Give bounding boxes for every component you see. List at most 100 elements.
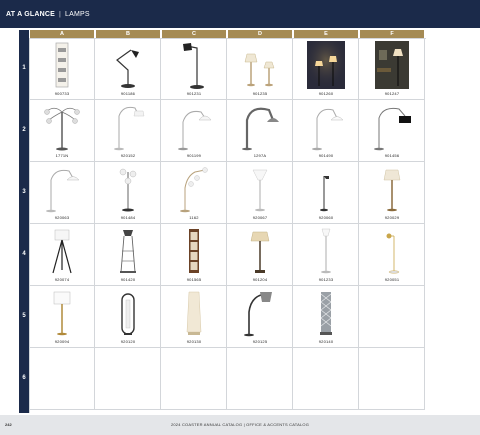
product-cell-3f: 920029 [359, 162, 425, 224]
product-sku: 920140 [318, 339, 334, 344]
row-label-2: 2 [22, 127, 26, 133]
product-cell-2c: 901199 [161, 100, 227, 162]
product-cell-6b [95, 348, 161, 410]
product-cell-1f: 901247 [359, 38, 425, 100]
product-sku: 920125 [252, 339, 268, 344]
lamp-image [53, 291, 71, 336]
page-header: AT A GLANCE | LAMPS [0, 0, 480, 28]
lamp-image [244, 53, 275, 87]
product-sku: 901231 [186, 91, 202, 96]
product-sku: 901186 [120, 91, 136, 96]
product-cell-1e: 901260 [293, 38, 359, 100]
header-section: AT A GLANCE [6, 10, 55, 18]
product-cell-6a [29, 348, 95, 410]
product-cell-5c: 920130 [161, 286, 227, 348]
product-cell-6d [227, 348, 293, 410]
product-cell-5e: 920140 [293, 286, 359, 348]
product-cell-5d: 920125 [227, 286, 293, 348]
product-cell-6e [293, 348, 359, 410]
row-label-5: 5 [22, 313, 26, 319]
product-cell-3c: 1162 [161, 162, 227, 224]
product-sku: 1162 [189, 215, 199, 220]
product-cell-4b: 901420 [95, 224, 161, 286]
column-header-a: A [30, 30, 94, 38]
product-sku: 920051 [384, 277, 400, 282]
product-cell-1a: 900733 [29, 38, 95, 100]
product-cell-5a: 920094 [29, 286, 95, 348]
column-header-c: C [162, 30, 226, 38]
lamp-image [183, 43, 204, 89]
lamp-image [114, 106, 145, 151]
product-sku: 901484 [120, 215, 136, 220]
product-sku: 900733 [54, 91, 70, 96]
lamp-image [186, 291, 202, 335]
row-label-3: 3 [22, 189, 26, 195]
product-cell-4d: 901204 [227, 224, 293, 286]
lamp-image [121, 293, 135, 335]
row-label-4: 4 [22, 251, 26, 257]
lamp-image [242, 107, 279, 151]
product-cell-2b: 920152 [95, 100, 161, 162]
product-cell-6c [161, 348, 227, 410]
product-sku: 901456 [384, 153, 400, 158]
lamp-image [244, 292, 272, 337]
product-cell-4c: 901565 [161, 224, 227, 286]
product-sku: 901565 [186, 277, 202, 282]
product-sku: 920130 [186, 339, 202, 344]
product-cell-5b: 920120 [95, 286, 161, 348]
product-cell-3b: 901484 [95, 162, 161, 224]
product-cell-6f [359, 348, 425, 410]
product-cell-2f: 901456 [359, 100, 425, 162]
lamp-image [307, 41, 345, 89]
lamp-image [180, 167, 208, 213]
product-sku: 920074 [54, 277, 70, 282]
lamp-image [120, 230, 136, 273]
product-cell-4f: 920051 [359, 224, 425, 286]
product-sku: 1771N [55, 153, 69, 158]
product-cell-1c: 901231 [161, 38, 227, 100]
product-sku: 901235 [252, 91, 268, 96]
product-cell-3a: 920063 [29, 162, 95, 224]
lamp-image [320, 292, 332, 335]
product-cell-3e: 920060 [293, 162, 359, 224]
lamp-image [386, 233, 400, 274]
column-header-d: D [228, 30, 292, 38]
product-cell-2a: 1771N [29, 100, 95, 162]
product-cell-4a: 920074 [29, 224, 95, 286]
product-sku: 901233 [318, 277, 334, 282]
product-sku: 1297A [253, 153, 267, 158]
column-header-b: B [96, 30, 160, 38]
product-cell-1d: 901235 [227, 38, 293, 100]
lamp-image [320, 176, 329, 212]
product-sku: 901490 [318, 153, 334, 158]
product-cell-1b: 901186 [95, 38, 161, 100]
lamp-image [178, 111, 212, 151]
lamp-image [375, 41, 409, 89]
product-sku: 901247 [384, 91, 400, 96]
column-header-e: E [294, 30, 358, 38]
row-label-1: 1 [22, 65, 26, 71]
product-cell-5f [359, 286, 425, 348]
header-divider: | [59, 10, 62, 18]
page-footer: 242 2024 COASTER ANNUAL CATALOG | OFFICE… [0, 415, 480, 435]
column-header-f: F [360, 30, 424, 38]
product-sku: 920094 [54, 339, 70, 344]
lamp-image [383, 169, 401, 212]
lamp-image [189, 229, 199, 273]
lamp-image [374, 107, 411, 151]
lamp-image [52, 229, 72, 274]
product-sku: 901199 [186, 153, 202, 158]
lamp-image [312, 108, 344, 151]
lamp-image [116, 49, 139, 88]
product-sku: 920060 [318, 215, 334, 220]
lamp-image [55, 42, 69, 88]
lamp-image [119, 168, 137, 212]
header-topic: LAMPS [65, 10, 90, 18]
row-label-bar [19, 30, 29, 413]
product-cell-4e: 901233 [293, 224, 359, 286]
row-label-6: 6 [22, 375, 26, 381]
product-sku: 920029 [384, 215, 400, 220]
product-sku: 901260 [318, 91, 334, 96]
product-sku: 901420 [120, 277, 136, 282]
catalog-title: 2024 COASTER ANNUAL CATALOG | OFFICE & A… [170, 422, 310, 427]
